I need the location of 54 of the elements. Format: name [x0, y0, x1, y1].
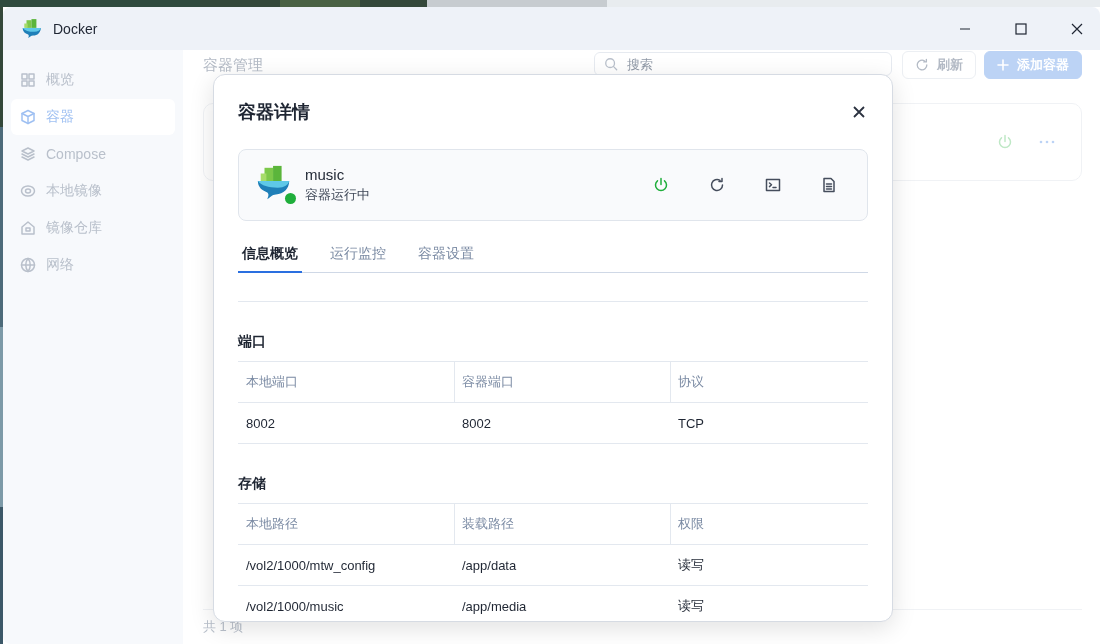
container-name: music	[305, 166, 346, 183]
terminal-icon	[765, 177, 781, 193]
close-icon	[852, 105, 866, 119]
tab[interactable]: 运行监控	[326, 241, 390, 273]
add-container-button[interactable]: 添加容器	[984, 51, 1082, 79]
sidebar-item[interactable]: Compose	[11, 136, 175, 172]
cube-icon	[20, 109, 36, 125]
maximize-icon	[1015, 22, 1027, 35]
sidebar-item[interactable]: 容器	[11, 99, 175, 135]
tab[interactable]: 容器设置	[414, 241, 478, 273]
table-cell-text: 读写	[677, 597, 705, 615]
more-icon	[1039, 140, 1055, 144]
column-header: 本地端口	[245, 373, 299, 391]
table-cell-text: 8002	[245, 415, 276, 431]
table-cell-text: /app/data	[461, 557, 518, 573]
section-title: 端口	[238, 333, 267, 351]
plus-icon	[997, 59, 1009, 71]
dialog-title: 容器详情	[238, 101, 310, 124]
container-status: 容器运行中	[305, 186, 371, 204]
table-cell-text: 读写	[677, 556, 705, 574]
power-icon	[997, 134, 1013, 150]
table-cell-text: 8002	[461, 415, 492, 431]
search-icon	[604, 57, 618, 71]
power-icon	[653, 177, 669, 193]
sidebar-item[interactable]: 镜像仓库	[11, 210, 175, 246]
tab[interactable]: 信息概览	[238, 241, 302, 273]
disc-icon	[20, 183, 36, 199]
sidebar-item[interactable]: 本地镜像	[11, 173, 175, 209]
whale-logo-icon	[21, 17, 43, 40]
item-count: 共 1 项	[203, 618, 244, 636]
column-header: 本地路径	[245, 515, 299, 533]
column-header: 协议	[670, 362, 868, 402]
sidebar-item[interactable]: 概览	[11, 62, 175, 98]
refresh-icon	[915, 58, 929, 72]
table-cell-text: /vol2/1000/music	[245, 598, 345, 614]
column-header: 权限	[670, 504, 868, 544]
grid-icon	[20, 72, 36, 88]
table-cell-text: /vol2/1000/mtw_config	[245, 557, 377, 573]
table-cell-text: TCP	[677, 415, 705, 431]
page-title: 容器管理	[203, 55, 264, 75]
layers-icon	[20, 146, 36, 162]
sidebar-item[interactable]: 网络	[11, 247, 175, 283]
column-header: 容器端口	[454, 362, 670, 402]
restart-icon	[709, 177, 725, 193]
search-field[interactable]: 搜索	[594, 52, 892, 76]
document-icon	[821, 177, 837, 193]
window-title: Docker	[53, 20, 99, 37]
table-cell-text: /app/media	[461, 598, 528, 614]
section-title: 存储	[238, 475, 267, 493]
globe-icon	[20, 257, 36, 273]
close-icon	[1071, 22, 1083, 35]
house-icon	[20, 220, 36, 236]
refresh-button[interactable]: 刷新	[902, 51, 976, 79]
column-header: 装载路径	[454, 504, 670, 544]
